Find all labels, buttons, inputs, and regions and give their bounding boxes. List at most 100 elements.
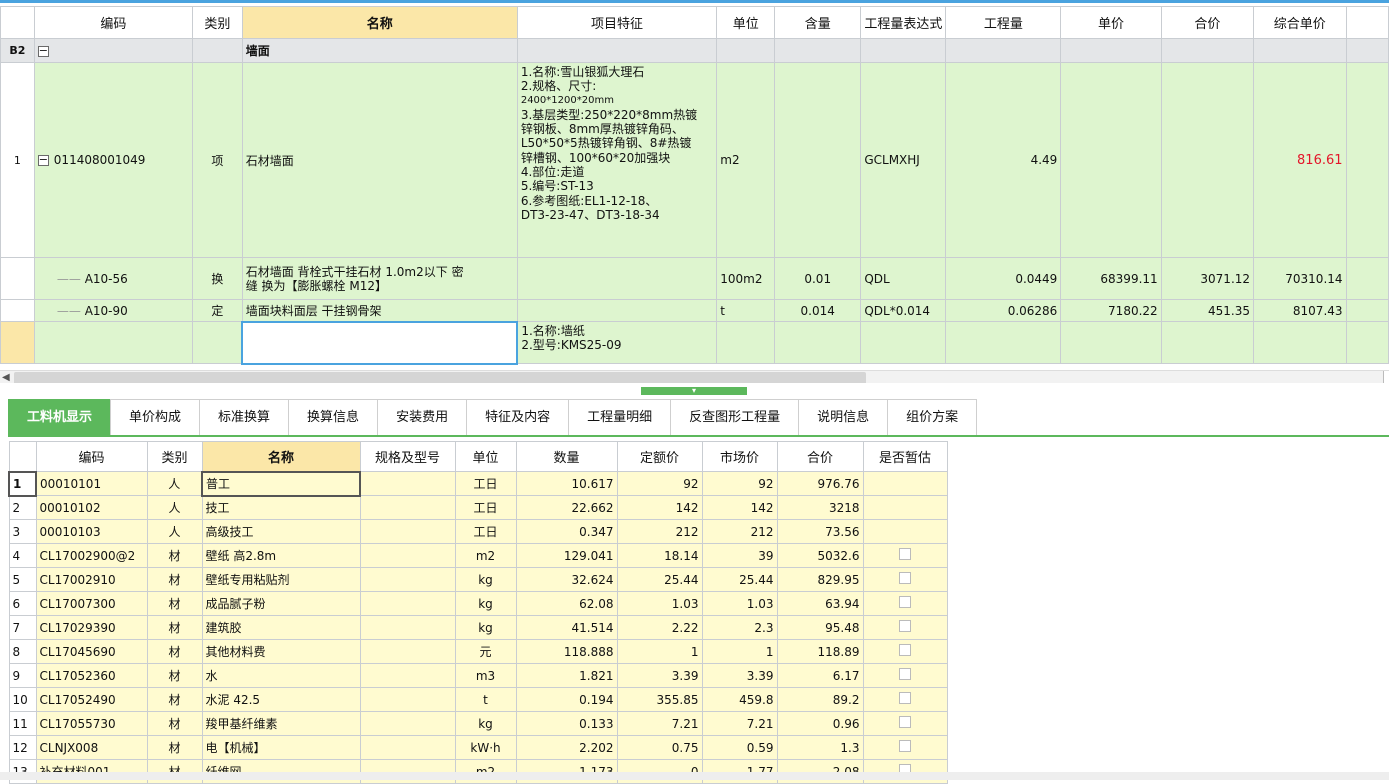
col-header-name[interactable]: 名称 <box>201 441 361 472</box>
total-cell[interactable]: 73.56 <box>776 519 864 544</box>
col-header-code[interactable]: 编码 <box>35 441 148 472</box>
market-price-cell[interactable]: 7.21 <box>701 711 778 736</box>
total-cell[interactable]: 0.96 <box>776 711 864 736</box>
code-cell[interactable]: 00010101 <box>35 471 148 496</box>
unit-cell[interactable]: 100m2 <box>716 257 776 300</box>
market-price-cell[interactable]: 92 <box>701 471 778 496</box>
provisional-checkbox[interactable] <box>899 548 911 560</box>
qty-cell[interactable]: 0.06286 <box>945 299 1062 322</box>
base-price-cell[interactable]: 2.22 <box>616 615 703 640</box>
provisional-checkbox-cell[interactable] <box>862 471 948 496</box>
total-cell[interactable]: 89.2 <box>776 687 864 712</box>
tab-pricing-scheme[interactable]: 组价方案 <box>887 399 978 435</box>
unit-cell[interactable]: t <box>454 687 517 712</box>
provisional-checkbox[interactable] <box>899 692 911 704</box>
expr-cell[interactable]: GCLMXHJ <box>860 62 947 258</box>
code-cell[interactable]: 00010103 <box>35 519 148 544</box>
total-cell[interactable]: 451.35 <box>1160 299 1255 322</box>
unit-cell[interactable]: kg <box>454 567 517 592</box>
col-header-qty[interactable]: 数量 <box>515 441 618 472</box>
col-header-base-price[interactable]: 定额价 <box>616 441 703 472</box>
tab-description[interactable]: 说明信息 <box>798 399 889 435</box>
name-cell[interactable]: 普工 <box>201 470 361 497</box>
col-header-total[interactable]: 合价 <box>1160 6 1255 39</box>
name-cell[interactable]: 石材墙面 <box>241 62 518 258</box>
code-cell[interactable] <box>33 321 194 364</box>
total-cell[interactable]: 118.89 <box>776 639 864 664</box>
col-header-composite[interactable]: 综合单价 <box>1253 6 1347 39</box>
code-cell[interactable]: CL17002900@2 <box>35 543 148 568</box>
tab-conversion-info[interactable]: 换算信息 <box>288 399 379 435</box>
new-bill-item-row[interactable]: 1.名称:墙纸 2.型号:KMS25-09 <box>0 320 1389 365</box>
spec-cell[interactable] <box>359 567 456 592</box>
price-cell[interactable] <box>1060 62 1162 258</box>
table-row[interactable]: 7 CL17029390 材建筑胶 kg 41.514 2.22 2.3 95.48 <box>8 615 948 640</box>
col-header-code[interactable]: 编码 <box>33 6 194 39</box>
table-row[interactable]: 6 CL17007300 材成品腻子粉 kg 62.08 1.03 1.03 63.94 <box>8 591 948 616</box>
base-price-cell[interactable]: 92 <box>616 471 703 496</box>
col-header-expr[interactable]: 工程量表达式 <box>860 6 947 39</box>
group-row[interactable]: B2 − 墙面 <box>0 38 1389 63</box>
qty-cell[interactable]: 0.0449 <box>945 257 1062 300</box>
type-cell[interactable]: 人 <box>146 471 203 496</box>
col-header-qty[interactable]: 工程量 <box>945 6 1062 39</box>
name-cell[interactable]: 羧甲基纤维素 <box>201 711 361 736</box>
provisional-checkbox-cell[interactable] <box>862 735 948 760</box>
name-cell[interactable]: 壁纸专用粘贴剂 <box>201 567 361 592</box>
name-cell[interactable]: 高级技工 <box>201 519 361 544</box>
unit-cell[interactable]: 元 <box>454 639 517 664</box>
market-price-cell[interactable]: 39 <box>701 543 778 568</box>
qty-cell[interactable]: 22.662 <box>515 495 618 520</box>
name-cell[interactable]: 壁纸 高2.8m <box>201 543 361 568</box>
type-cell[interactable]: 材 <box>146 615 203 640</box>
market-price-cell[interactable]: 459.8 <box>701 687 778 712</box>
spec-cell[interactable] <box>359 495 456 520</box>
total-cell[interactable]: 976.76 <box>776 471 864 496</box>
spec-cell[interactable] <box>359 735 456 760</box>
provisional-checkbox-cell[interactable] <box>862 567 948 592</box>
col-header-unit[interactable]: 单位 <box>454 441 517 472</box>
qty-cell[interactable]: 0.347 <box>515 519 618 544</box>
code-cell[interactable]: CL17045690 <box>35 639 148 664</box>
col-header-type[interactable]: 类别 <box>146 441 203 472</box>
code-cell[interactable]: CL17055730 <box>35 711 148 736</box>
market-price-cell[interactable]: 1.03 <box>701 591 778 616</box>
table-row[interactable]: 10 CL17052490 材水泥 42.5 t 0.194 355.85 459.8 89.… <box>8 687 948 712</box>
code-cell[interactable]: CL17002910 <box>35 567 148 592</box>
col-header-features[interactable]: 项目特征 <box>516 6 718 39</box>
unit-cell[interactable]: m3 <box>454 663 517 688</box>
total-cell[interactable] <box>1160 62 1255 258</box>
code-cell[interactable]: CLNJX008 <box>35 735 148 760</box>
spec-cell[interactable] <box>359 687 456 712</box>
unit-cell[interactable]: kg <box>454 591 517 616</box>
panel-splitter-handle[interactable]: ▾ <box>641 387 747 395</box>
unit-cell[interactable]: kg <box>454 615 517 640</box>
col-header-spec[interactable]: 规格及型号 <box>359 441 456 472</box>
base-price-cell[interactable]: 18.14 <box>616 543 703 568</box>
market-price-cell[interactable]: 25.44 <box>701 567 778 592</box>
total-cell[interactable]: 63.94 <box>776 591 864 616</box>
table-row[interactable]: 11 CL17055730 材羧甲基纤维素 kg 0.133 7.21 7.21 0.96 <box>8 711 948 736</box>
tab-reverse-graphic-quantity[interactable]: 反查图形工程量 <box>670 399 800 435</box>
code-cell[interactable]: CL17007300 <box>35 591 148 616</box>
name-cell[interactable]: 电【机械】 <box>201 735 361 760</box>
code-cell[interactable]: —— A10-56 <box>33 257 194 300</box>
name-cell[interactable]: 其他材料费 <box>201 639 361 664</box>
spec-cell[interactable] <box>359 543 456 568</box>
tab-quantity-details[interactable]: 工程量明细 <box>568 399 672 435</box>
unit-cell[interactable]: 工日 <box>454 471 517 496</box>
table-row[interactable]: 4 CL17002900@2 材壁纸 高2.8m m2 129.041 18.14 39 50… <box>8 543 948 568</box>
content-cell[interactable] <box>774 62 862 258</box>
market-price-cell[interactable]: 0.59 <box>701 735 778 760</box>
type-cell[interactable]: 材 <box>146 543 203 568</box>
scroll-left-icon[interactable]: ◀ <box>2 372 10 383</box>
unit-cell[interactable]: m2 <box>716 62 776 258</box>
qty-cell[interactable]: 32.624 <box>515 567 618 592</box>
spec-cell[interactable] <box>359 615 456 640</box>
qty-cell[interactable]: 0.194 <box>515 687 618 712</box>
col-header-market-price[interactable]: 市场价 <box>701 441 778 472</box>
table-row[interactable]: 12 CLNJX008 材电【机械】 kW·h 2.202 0.75 0.59 1.3 <box>8 735 948 760</box>
quota-row[interactable]: —— A10-56 换 石材墙面 背栓式干挂石材 1.0m2以下 密缝 换为【膨… <box>0 257 1389 300</box>
qty-cell[interactable]: 118.888 <box>515 639 618 664</box>
base-price-cell[interactable]: 1.03 <box>616 591 703 616</box>
